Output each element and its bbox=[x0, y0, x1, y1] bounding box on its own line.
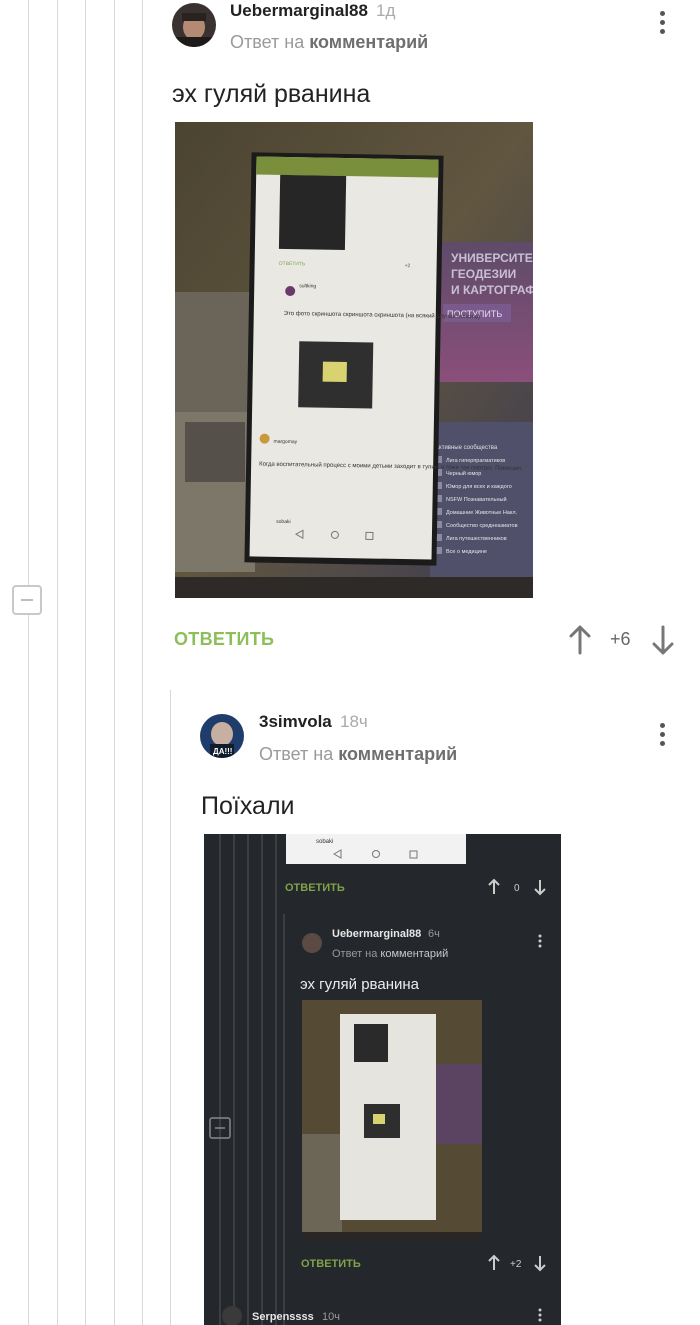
sidebar-item-label: Лига путешественников bbox=[446, 536, 507, 542]
avatar-caption: ДА!!! bbox=[213, 747, 232, 756]
screenshot-comment-text: эх гуляй рванина bbox=[300, 976, 420, 993]
thread-line bbox=[57, 0, 58, 1325]
screenshot-rating: 0 bbox=[514, 883, 520, 894]
comment-image[interactable]: sobaki ОТВЕТИТЬ 0 Uebermarginal88 6ч Отв… bbox=[204, 834, 561, 1325]
thread-line bbox=[142, 0, 143, 1325]
collapse-thread-button[interactable] bbox=[12, 585, 42, 615]
avatar[interactable]: ДА!!! bbox=[200, 714, 244, 758]
reply-to-target[interactable]: комментарий bbox=[338, 744, 457, 764]
thread-line bbox=[85, 0, 86, 1325]
more-options-icon[interactable] bbox=[660, 11, 666, 38]
comment-time: 18ч bbox=[340, 712, 368, 731]
comment-image[interactable]: УНИВЕРСИТЕ ГЕОДЕЗИИ И КАРТОГРАФ ПОСТУПИТ… bbox=[175, 122, 533, 598]
screenshot-reply-to: Ответ на комментарий bbox=[332, 948, 448, 960]
phone-reply-label: ОТВЕТИТЬ bbox=[279, 261, 306, 267]
screenshot-username: Serpenssss bbox=[252, 1311, 314, 1323]
phone-username: sobaki bbox=[276, 519, 291, 525]
thread-line bbox=[114, 0, 115, 1325]
sidebar-item-label: Все о медицине bbox=[446, 549, 487, 555]
banner-text: УНИВЕРСИТЕ bbox=[451, 251, 533, 265]
comment-text: Поїхали bbox=[201, 792, 295, 820]
reply-button[interactable]: ОТВЕТИТЬ bbox=[174, 629, 274, 650]
sidebar-title: Активные сообщества bbox=[435, 445, 498, 451]
avatar[interactable] bbox=[172, 3, 216, 47]
sidebar-item-label: Сообщество среднеазиатов bbox=[446, 523, 518, 529]
thread-line bbox=[170, 690, 171, 1325]
screenshot-time: 6ч bbox=[428, 928, 440, 940]
comment-time: 1д bbox=[376, 1, 396, 20]
screenshot-username: Uebermarginal88 bbox=[332, 928, 421, 940]
downvote-icon[interactable] bbox=[651, 625, 675, 655]
screenshot-reply-button: ОТВЕТИТЬ bbox=[285, 882, 345, 894]
sidebar-item-label: Лига гиперпрагматиков bbox=[446, 458, 505, 464]
username[interactable]: 3simvola bbox=[259, 712, 332, 732]
reply-to-prefix: Ответ на bbox=[259, 744, 334, 764]
reply-to[interactable]: Ответ на комментарий bbox=[259, 744, 457, 765]
sidebar-item-label: Юмор для всех и каждого bbox=[446, 484, 512, 490]
screenshot-time: 10ч bbox=[322, 1311, 340, 1323]
thread-line bbox=[28, 0, 29, 1325]
banner-text: И КАРТОГРАФ bbox=[451, 283, 533, 297]
upvote-icon[interactable] bbox=[568, 625, 592, 655]
screenshot-username: sobaki bbox=[316, 839, 333, 845]
banner-text: ГЕОДЕЗИИ bbox=[451, 267, 516, 281]
sidebar-item-label: NSFW Познавательный bbox=[446, 496, 507, 503]
comment-text: эх гуляй рванина bbox=[172, 80, 371, 108]
username[interactable]: Uebermarginal88 bbox=[230, 1, 368, 21]
more-options-icon[interactable] bbox=[660, 723, 666, 750]
reply-to-target[interactable]: комментарий bbox=[309, 32, 428, 52]
reply-to[interactable]: Ответ на комментарий bbox=[230, 32, 428, 53]
rating: +6 bbox=[610, 629, 631, 649]
phone-rating: +2 bbox=[405, 263, 411, 269]
screenshot-reply-button: ОТВЕТИТЬ bbox=[301, 1258, 361, 1270]
phone-username: sultking bbox=[299, 283, 316, 289]
screenshot-rating: +2 bbox=[510, 1259, 522, 1270]
phone-username: margomay bbox=[273, 439, 297, 445]
sidebar-item-label: Домашние Животные Накл. bbox=[446, 510, 518, 516]
reply-to-prefix: Ответ на bbox=[230, 32, 305, 52]
